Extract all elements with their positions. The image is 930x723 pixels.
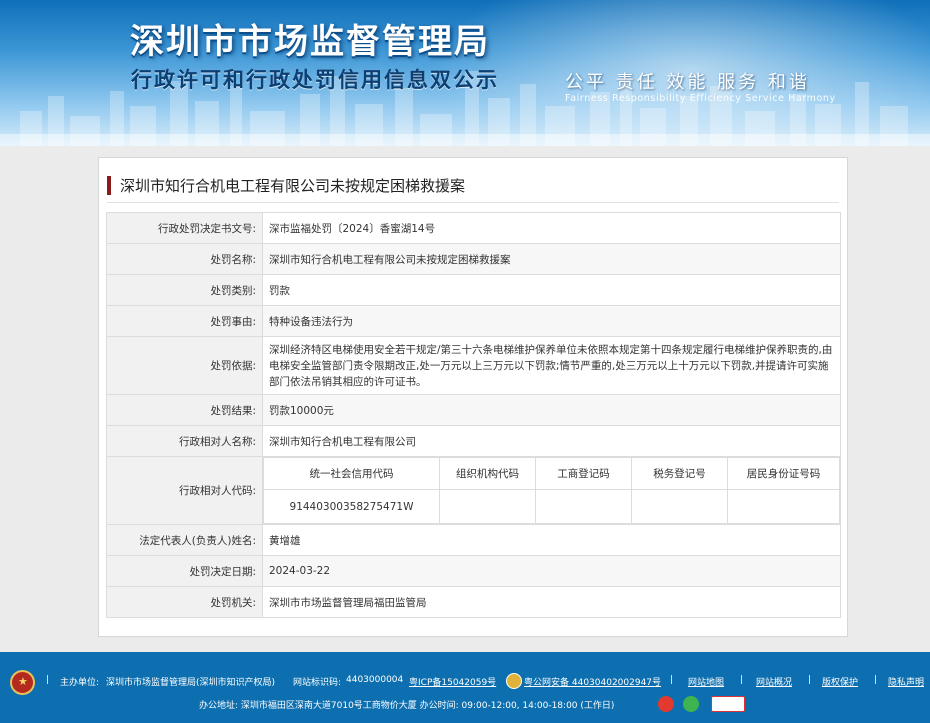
party-code-table: 统一社会信用代码 组织机构代码 工商登记码 税务登记号 居民身份证号码 9144… — [263, 457, 840, 524]
row-penalty-reason: 处罚事由: 特种设备违法行为 — [106, 305, 841, 337]
value-penalty-type: 罚款 — [262, 274, 841, 306]
footer-separator: | — [874, 675, 878, 685]
row-party-code: 行政相对人代码: 统一社会信用代码 组织机构代码 工商登记码 税务登记号 居民身… — [106, 456, 841, 525]
footer-link-overview[interactable]: 网站概况 — [756, 675, 792, 688]
row-penalty-name: 处罚名称: 深圳市知行合机电工程有限公司未按规定困梯救援案 — [106, 243, 841, 275]
row-party-name: 行政相对人名称: 深圳市知行合机电工程有限公司 — [106, 425, 841, 457]
footer-address-row: 办公地址: 深圳市福田区深南大道7010号工商物价大厦 办公时间: 09:00-… — [0, 696, 930, 716]
footer-link-privacy[interactable]: 隐私声明 — [888, 675, 924, 688]
header-id-number: 居民身份证号码 — [727, 457, 840, 490]
gov-error-report-icon[interactable] — [711, 696, 745, 712]
footer-host-label: 主办单位: — [60, 678, 100, 688]
case-title: 深圳市知行合机电工程有限公司未按规定困梯救援案 — [120, 176, 466, 195]
footer-link-sitemap[interactable]: 网站地图 — [688, 675, 724, 688]
footer-address: 办公地址: 深圳市福田区深南大道7010号工商物价大厦 办公时间: 09:00-… — [199, 701, 615, 711]
footer-separator: | — [740, 675, 744, 685]
case-info-table: 行政处罚决定书文号: 深市监福处罚〔2024〕香蜜湖14号 处罚名称: 深圳市知… — [106, 212, 841, 618]
footer-separator: | — [670, 675, 674, 685]
label-decision-date: 处罚决定日期: — [106, 555, 263, 587]
label-penalty-basis: 处罚依据: — [106, 336, 263, 395]
wechat-icon[interactable] — [683, 696, 699, 712]
footer-host-value: 深圳市市场监督管理局(深圳市知识产权局) — [106, 678, 276, 688]
site-motto: 公平 责任 效能 服务 和谐 — [565, 72, 810, 93]
header-biz-reg-code: 工商登记码 — [535, 457, 632, 490]
label-party-name: 行政相对人名称: — [106, 425, 263, 457]
row-decision-number: 行政处罚决定书文号: 深市监福处罚〔2024〕香蜜湖14号 — [106, 212, 841, 244]
row-penalty-result: 处罚结果: 罚款10000元 — [106, 394, 841, 426]
footer-separator: | — [808, 675, 812, 685]
police-badge-icon — [506, 673, 522, 689]
label-penalty-type: 处罚类别: — [106, 274, 263, 306]
footer-police-link[interactable]: 粤公网安备 44030402002947号 — [524, 675, 661, 688]
value-legal-rep: 黄增雄 — [262, 524, 841, 556]
site-subtitle: 行政许可和行政处罚信用信息双公示 — [131, 68, 499, 92]
page: 深圳市市场监督管理局 行政许可和行政处罚信用信息双公示 公平 责任 效能 服务 … — [0, 0, 930, 723]
weibo-icon[interactable] — [658, 696, 674, 712]
site-title: 深圳市市场监督管理局 — [130, 22, 490, 62]
party-code-value-row: 91440300358275471W — [263, 489, 840, 524]
label-penalty-authority: 处罚机关: — [106, 586, 263, 618]
value-penalty-authority: 深圳市市场监督管理局福田监管局 — [262, 586, 841, 618]
value-id-number — [727, 489, 840, 524]
site-footer: ★ | 主办单位: 深圳市市场监督管理局(深圳市知识产权局) 网站标识码: 44… — [0, 652, 930, 723]
site-header-banner: 深圳市市场监督管理局 行政许可和行政处罚信用信息双公示 公平 责任 效能 服务 … — [0, 0, 930, 146]
footer-link-copyright[interactable]: 版权保护 — [822, 675, 858, 688]
site-motto-en: Fairness Responsibility Efficiency Servi… — [565, 93, 836, 104]
value-biz-reg-code — [535, 489, 632, 524]
value-org-code — [439, 489, 536, 524]
case-title-bar: 深圳市知行合机电工程有限公司未按规定困梯救援案 — [107, 174, 465, 196]
label-legal-rep: 法定代表人(负责人)姓名: — [106, 524, 263, 556]
value-penalty-basis: 深圳经济特区电梯使用安全若干规定/第三十六条电梯维护保养单位未依照本规定第十四条… — [262, 336, 841, 395]
footer-site-code: 4403000004 — [346, 675, 404, 685]
value-tax-reg-code — [631, 489, 728, 524]
label-penalty-result: 处罚结果: — [106, 394, 263, 426]
row-legal-rep: 法定代表人(负责人)姓名: 黄增雄 — [106, 524, 841, 556]
header-credit-code: 统一社会信用代码 — [263, 457, 440, 490]
party-code-cell: 统一社会信用代码 组织机构代码 工商登记码 税务登记号 居民身份证号码 9144… — [262, 456, 841, 525]
header-org-code: 组织机构代码 — [439, 457, 536, 490]
label-party-code: 行政相对人代码: — [106, 456, 263, 525]
footer-icp-link[interactable]: 粤ICP备15042059号 — [409, 675, 496, 688]
label-decision-number: 行政处罚决定书文号: — [106, 212, 263, 244]
row-penalty-authority: 处罚机关: 深圳市市场监督管理局福田监管局 — [106, 586, 841, 618]
value-decision-number: 深市监福处罚〔2024〕香蜜湖14号 — [262, 212, 841, 244]
value-decision-date: 2024-03-22 — [262, 555, 841, 587]
title-accent-bar — [107, 175, 111, 195]
case-detail-panel: 深圳市知行合机电工程有限公司未按规定困梯救援案 行政处罚决定书文号: 深市监福处… — [98, 157, 848, 637]
label-penalty-reason: 处罚事由: — [106, 305, 263, 337]
footer-site-code-label: 网站标识码: — [293, 678, 342, 688]
title-divider — [107, 202, 839, 203]
header-tax-reg-code: 税务登记号 — [631, 457, 728, 490]
footer-info-row: | 主办单位: 深圳市市场监督管理局(深圳市知识产权局) 网站标识码: 4403… — [0, 673, 930, 691]
value-penalty-result: 罚款10000元 — [262, 394, 841, 426]
footer-separator: | — [46, 675, 50, 685]
label-penalty-name: 处罚名称: — [106, 243, 263, 275]
value-credit-code: 91440300358275471W — [263, 489, 440, 524]
value-party-name: 深圳市知行合机电工程有限公司 — [262, 425, 841, 457]
value-penalty-reason: 特种设备违法行为 — [262, 305, 841, 337]
row-decision-date: 处罚决定日期: 2024-03-22 — [106, 555, 841, 587]
row-penalty-basis: 处罚依据: 深圳经济特区电梯使用安全若干规定/第三十六条电梯维护保养单位未依照本… — [106, 336, 841, 395]
value-penalty-name: 深圳市知行合机电工程有限公司未按规定困梯救援案 — [262, 243, 841, 275]
party-code-header-row: 统一社会信用代码 组织机构代码 工商登记码 税务登记号 居民身份证号码 — [263, 457, 840, 490]
row-penalty-type: 处罚类别: 罚款 — [106, 274, 841, 306]
